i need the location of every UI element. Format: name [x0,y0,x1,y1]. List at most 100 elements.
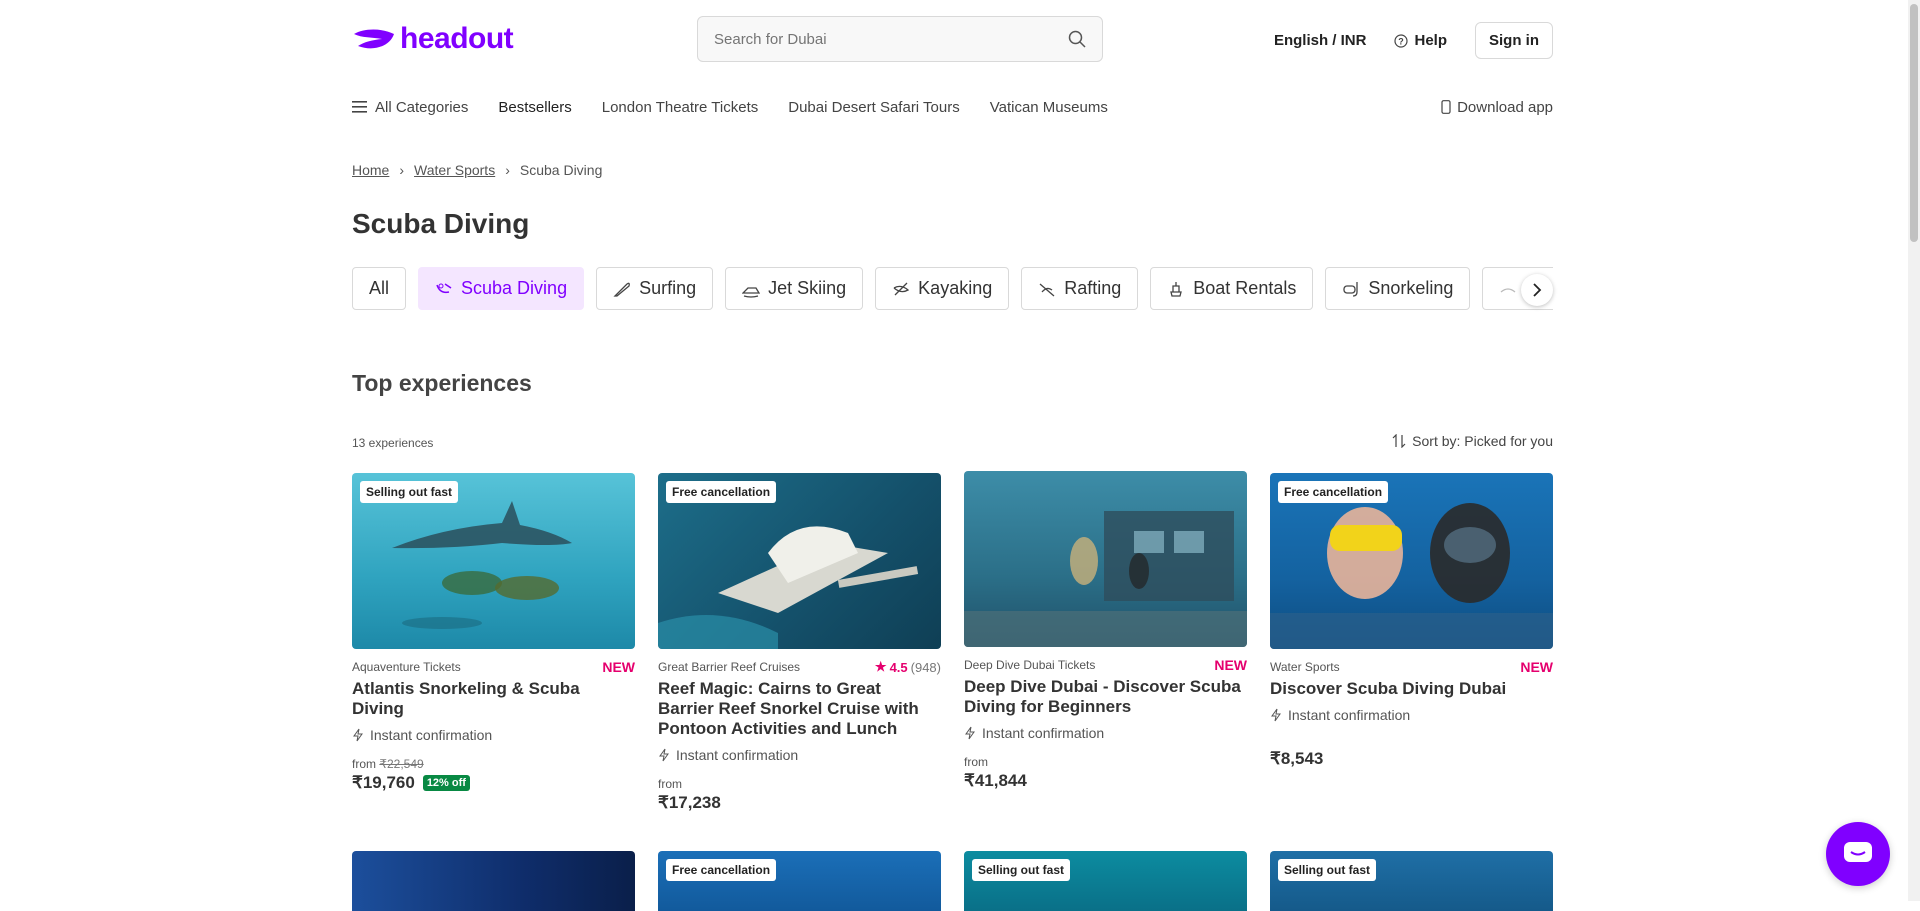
instant-confirmation: Instant confirmation [1270,707,1553,723]
price: ₹19,760 12% off [352,773,635,793]
chevron-right-icon: › [505,162,510,178]
all-categories-menu[interactable]: All Categories [352,99,468,116]
logo-text: headout [400,22,514,55]
section-title: Top experiences [352,370,532,396]
card-image-deep-dive[interactable] [964,471,1247,647]
instant-confirmation: Instant confirmation [964,725,1247,741]
help-icon: ? [1394,33,1409,48]
price-value: ₹17,238 [658,793,721,812]
sort-dropdown[interactable]: Sort by: Picked for you [1392,433,1553,449]
new-tag: NEW [602,659,635,675]
price: ₹8,543 [1270,749,1553,769]
experience-card-image[interactable] [352,851,635,911]
chat-icon [1844,842,1872,862]
search-box[interactable] [697,16,1103,62]
rating-count: (948) [910,659,941,675]
breadcrumb-water-sports[interactable]: Water Sports [414,162,495,178]
instant-label: Instant confirmation [370,727,493,743]
breadcrumb-home[interactable]: Home [352,162,389,178]
card-badge: Free cancellation [1278,481,1389,503]
nav-item-bestsellers[interactable]: Bestsellers [498,99,571,116]
card-badge: Selling out fast [360,481,459,503]
card-title[interactable]: Discover Scuba Diving Dubai [1270,679,1553,699]
experience-card[interactable]: Selling out fast Aquaventure Tickets NEW… [352,473,635,793]
instant-label: Instant confirmation [982,725,1105,741]
phone-icon [1441,100,1451,114]
headout-logo[interactable]: headout [352,22,514,56]
scrollbar-thumb[interactable] [1910,4,1918,242]
rafting-icon [1039,283,1055,296]
page-scrollbar[interactable] [1908,0,1920,901]
price-value: ₹19,760 [352,773,415,792]
breadcrumb: Home › Water Sports › Scuba Diving [352,162,602,178]
card-image-reef-cruise[interactable]: Free cancellation [658,473,941,649]
sign-in-button[interactable]: Sign in [1475,22,1553,59]
new-tag: NEW [1214,657,1247,673]
download-app-link[interactable]: Download app [1441,99,1553,116]
chip-rafting[interactable]: Rafting [1021,267,1139,310]
chip-label: Surfing [639,278,697,298]
original-price: ₹22,549 [379,757,424,771]
card-title[interactable]: Atlantis Snorkeling & Scuba Diving [352,679,635,719]
lightning-icon [1271,708,1281,722]
experience-card-image[interactable]: Selling out fast [964,851,1247,911]
chip-label: Scuba Diving [461,278,568,298]
experience-card[interactable]: Deep Dive Dubai Tickets NEW Deep Dive Du… [964,471,1247,791]
instant-label: Instant confirmation [1288,707,1411,723]
card-image-shark-snorkel[interactable]: Selling out fast [352,473,635,649]
chip-snorkeling[interactable]: Snorkeling [1325,267,1471,310]
page-title: Scuba Diving [352,208,530,239]
chips-next-button[interactable] [1521,274,1553,306]
instant-confirmation: Instant confirmation [352,727,635,743]
chat-button[interactable] [1826,822,1890,886]
breadcrumb-current: Scuba Diving [519,162,603,178]
help-label: Help [1414,32,1447,49]
language-currency-selector[interactable]: English / INR [1274,32,1367,49]
card-title[interactable]: Deep Dive Dubai - Discover Scuba Diving … [964,677,1247,717]
search-input[interactable] [698,29,1056,49]
experience-card-image[interactable]: Free cancellation [658,851,941,911]
nav-item-vatican-museums[interactable]: Vatican Museums [990,99,1108,116]
instant-label: Instant confirmation [676,747,799,763]
lightning-icon [659,748,669,762]
chip-label: Kayaking [918,278,993,298]
card-category[interactable]: Water Sports [1270,660,1340,674]
snorkel-icon [1343,281,1358,297]
card-image-divers[interactable]: Free cancellation [1270,473,1553,649]
experience-card[interactable]: Free cancellation Water Sports NEW Disco… [1270,473,1553,769]
price-from: from [658,777,682,791]
card-badge: Free cancellation [666,859,777,881]
search-icon[interactable] [1068,30,1086,48]
card-category[interactable]: Great Barrier Reef Cruises [658,660,800,674]
logo-icon [354,29,394,49]
card-category[interactable]: Deep Dive Dubai Tickets [964,658,1095,672]
price-from: from [964,755,988,769]
chip-boat-rentals[interactable]: Boat Rentals [1150,267,1314,310]
new-tag: NEW [1520,659,1553,675]
chip-surfing[interactable]: Surfing [596,267,714,310]
experience-card[interactable]: Free cancellation Great Barrier Reef Cru… [658,473,941,813]
price-value: ₹8,543 [1270,749,1324,768]
download-app-label: Download app [1457,98,1553,116]
instant-confirmation: Instant confirmation [658,747,941,763]
boat-icon [1170,281,1183,297]
price: ₹17,238 [658,793,941,813]
chip-all[interactable]: All [352,267,407,310]
card-category[interactable]: Aquaventure Tickets [352,660,461,674]
nav-item-london-theatre[interactable]: London Theatre Tickets [602,99,759,116]
card-title[interactable]: Reef Magic: Cairns to Great Barrier Reef… [658,679,941,739]
card-badge: Selling out fast [1278,859,1377,881]
chip-scuba-diving[interactable]: Scuba Diving [418,267,585,310]
experience-card-image[interactable]: Selling out fast [1270,851,1553,911]
jet-ski-icon [742,286,761,298]
experience-count: 13 experiences [352,436,434,450]
nav-item-dubai-desert-safari[interactable]: Dubai Desert Safari Tours [788,99,959,116]
sort-icon [1392,434,1406,448]
chip-label: Boat Rentals [1193,278,1297,298]
chip-kayaking[interactable]: Kayaking [875,267,1010,310]
all-categories-label: All Categories [375,98,469,116]
chip-jet-skiing[interactable]: Jet Skiing [725,267,864,310]
help-link[interactable]: ? Help [1394,32,1447,49]
svg-text:?: ? [1399,36,1405,46]
header: headout English / INR ? Help Sign in [352,0,1553,80]
